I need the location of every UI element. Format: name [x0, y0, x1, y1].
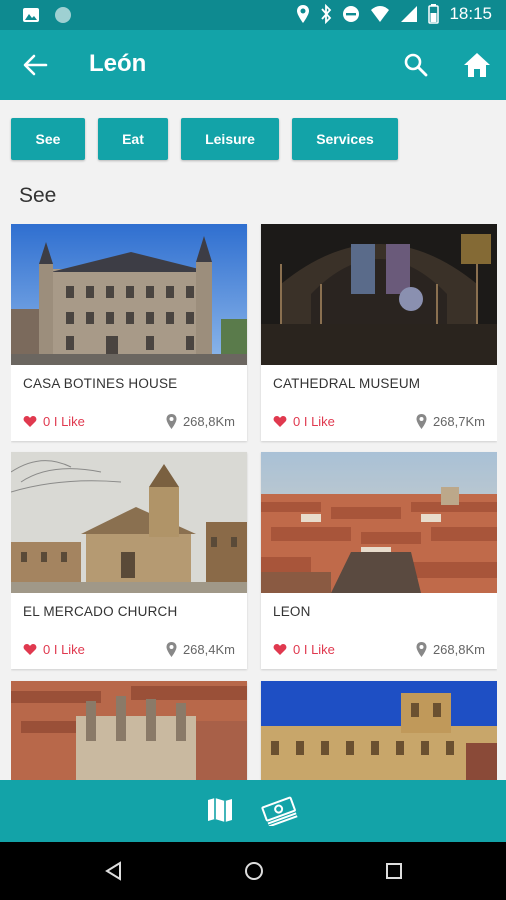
page-title: León: [89, 50, 147, 77]
place-card-casa-botines[interactable]: CASA BOTINES HOUSE 0 I Like 268,8Km: [11, 224, 247, 441]
distance-value: 268,8Km: [432, 642, 485, 657]
distance-value: 268,8Km: [182, 414, 235, 429]
places-grid: CASA BOTINES HOUSE 0 I Like 268,8Km CATH…: [11, 224, 497, 780]
distance: 268,8Km: [416, 642, 485, 657]
place-image: [11, 681, 247, 780]
map-icon[interactable]: [205, 795, 235, 825]
do-not-disturb-icon: [343, 6, 360, 22]
like-count: 0 I Like: [43, 642, 85, 657]
place-image: [11, 224, 247, 365]
heart-icon: [23, 644, 37, 655]
place-image: [11, 452, 247, 593]
bottom-navigation: [0, 780, 506, 842]
place-card-5[interactable]: [11, 681, 247, 780]
signal-icon: [401, 6, 418, 22]
location-pin-icon: [416, 642, 427, 657]
distance-value: 268,4Km: [182, 642, 235, 657]
home-icon[interactable]: [462, 50, 492, 80]
system-navigation-bar: [0, 842, 506, 900]
location-pin-icon: [166, 642, 177, 657]
place-image: [261, 681, 497, 780]
status-time: 18:15: [449, 4, 492, 23]
filter-services-button[interactable]: Services: [292, 118, 398, 160]
like-count: 0 I Like: [293, 642, 335, 657]
money-icon[interactable]: [260, 794, 298, 826]
sync-notification-icon: [55, 7, 71, 23]
place-name: EL MERCADO CHURCH: [23, 604, 178, 619]
bluetooth-icon: [321, 4, 332, 24]
filter-eat-button[interactable]: Eat: [98, 118, 168, 160]
like-button[interactable]: 0 I Like: [273, 414, 335, 429]
battery-icon: [428, 4, 440, 24]
filter-see-button[interactable]: See: [11, 118, 85, 160]
category-filters: See Eat Leisure Services: [11, 118, 398, 160]
like-button[interactable]: 0 I Like: [273, 642, 335, 657]
distance-value: 268,7Km: [432, 414, 485, 429]
app-bar: León: [0, 30, 506, 100]
heart-icon: [23, 416, 37, 427]
wifi-icon: [371, 6, 390, 22]
status-bar: 18:15: [0, 0, 506, 30]
place-name: CATHEDRAL MUSEUM: [273, 376, 421, 391]
place-image: [261, 224, 497, 365]
place-card-el-mercado-church[interactable]: EL MERCADO CHURCH 0 I Like 268,4Km: [11, 452, 247, 669]
like-count: 0 I Like: [43, 414, 85, 429]
section-title: See: [19, 184, 57, 207]
place-image: [261, 452, 497, 593]
filter-leisure-button[interactable]: Leisure: [181, 118, 279, 160]
place-name: LEON: [273, 604, 311, 619]
place-card-cathedral-museum[interactable]: CATHEDRAL MUSEUM 0 I Like 268,7Km: [261, 224, 497, 441]
place-name: CASA BOTINES HOUSE: [23, 376, 178, 391]
location-pin-icon: [416, 414, 427, 429]
back-nav-icon[interactable]: [104, 861, 124, 881]
search-icon[interactable]: [403, 52, 429, 78]
back-arrow-icon[interactable]: [22, 52, 48, 78]
like-count: 0 I Like: [293, 414, 335, 429]
heart-icon: [273, 644, 287, 655]
distance: 268,4Km: [166, 642, 235, 657]
like-button[interactable]: 0 I Like: [23, 642, 85, 657]
home-nav-icon[interactable]: [244, 861, 264, 881]
distance: 268,8Km: [166, 414, 235, 429]
image-notification-icon: [23, 8, 39, 22]
like-button[interactable]: 0 I Like: [23, 414, 85, 429]
place-card-6[interactable]: [261, 681, 497, 780]
location-pin-icon: [166, 414, 177, 429]
heart-icon: [273, 416, 287, 427]
recents-nav-icon[interactable]: [384, 861, 404, 881]
place-card-leon[interactable]: LEON 0 I Like 268,8Km: [261, 452, 497, 669]
distance: 268,7Km: [416, 414, 485, 429]
location-icon: [297, 5, 310, 23]
